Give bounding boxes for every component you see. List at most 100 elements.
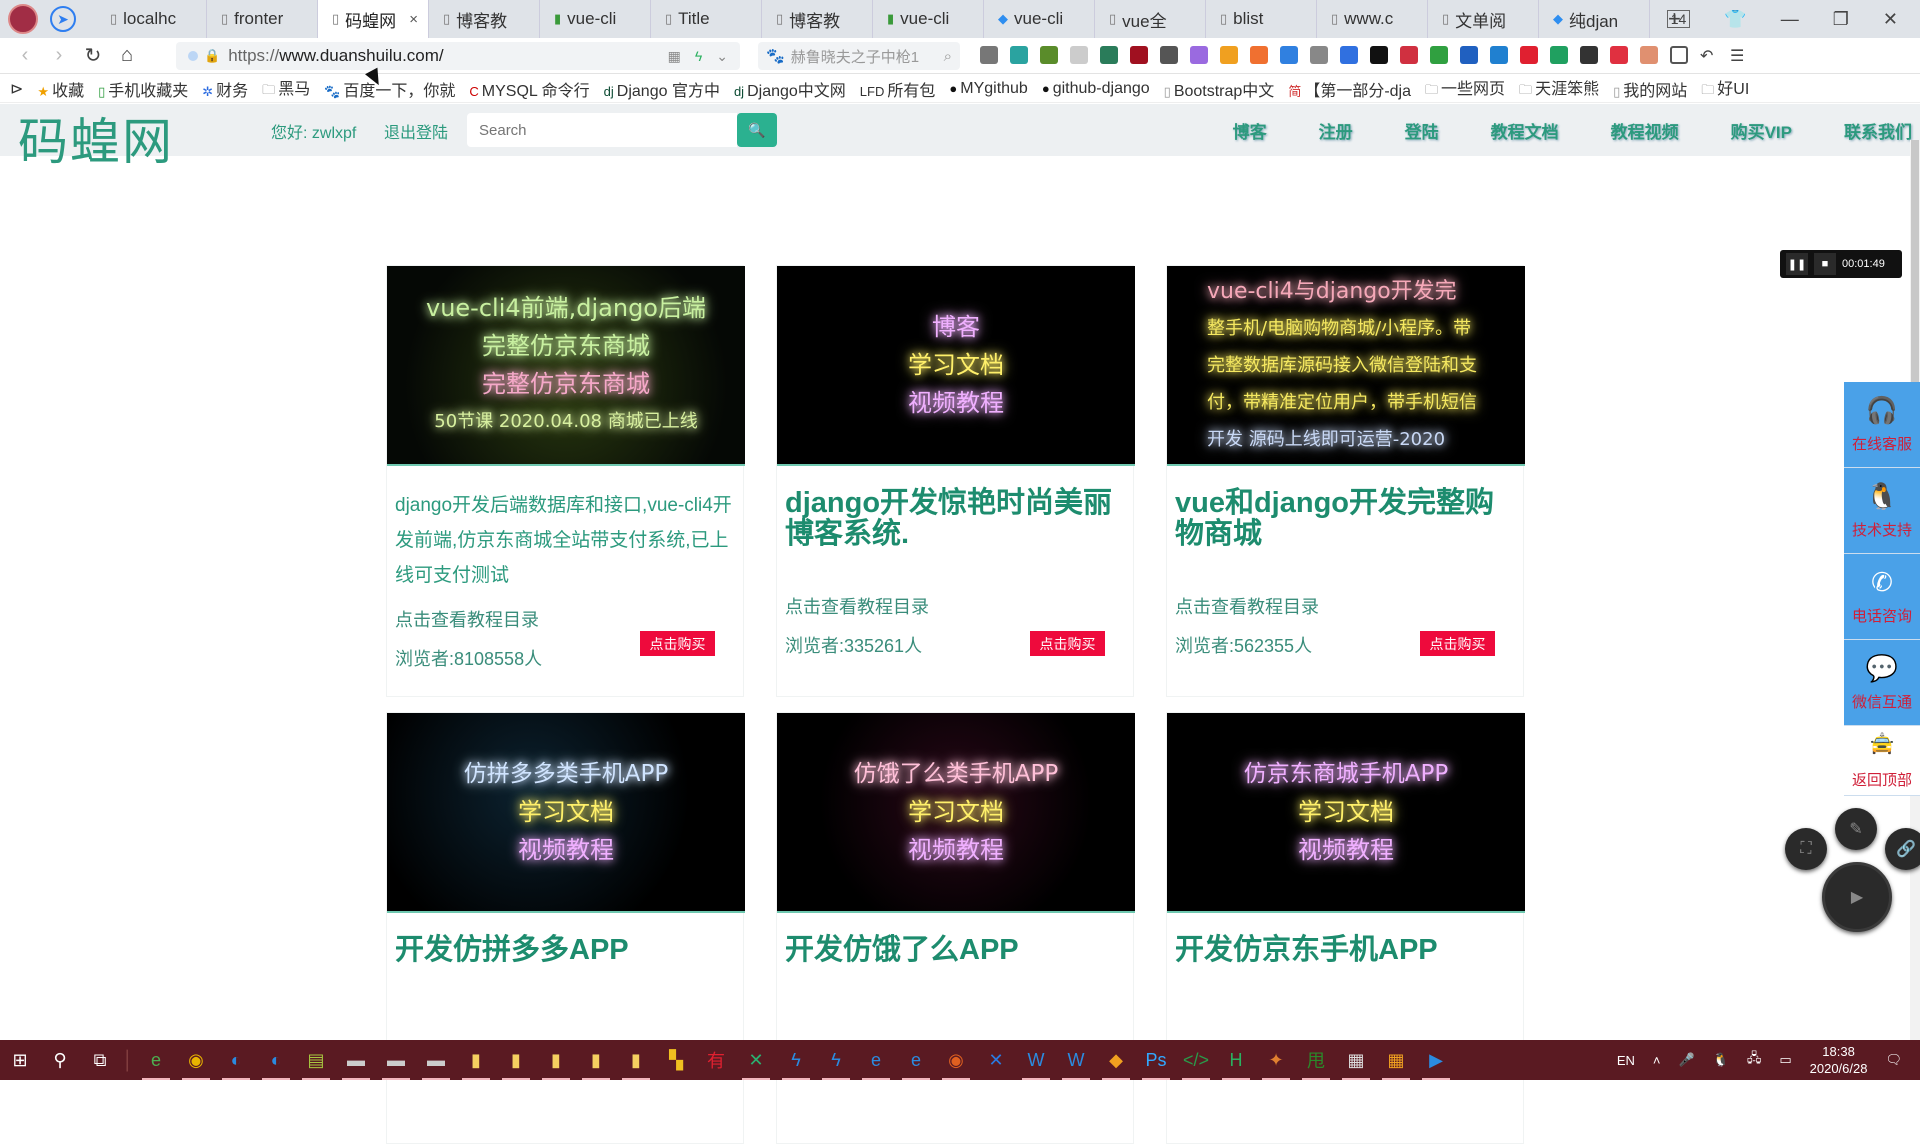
tab-count[interactable]: 14: [1666, 10, 1691, 28]
browser-tab[interactable]: ▯ blist: [1206, 0, 1317, 38]
browser-tab[interactable]: ▯ 文单阅: [1428, 0, 1539, 38]
site-info-icon[interactable]: [188, 51, 198, 61]
toc-link[interactable]: 点击查看教程目录: [395, 606, 539, 632]
extension-icon[interactable]: [1040, 46, 1058, 64]
extension-icon[interactable]: [1430, 46, 1448, 64]
bookmark-item[interactable]: C MYSQL 命令行: [469, 77, 589, 101]
clock[interactable]: 18:38 2020/6/28: [1810, 1043, 1868, 1077]
taskbar-ie-icon[interactable]: e: [856, 1040, 896, 1080]
move-icon[interactable]: [1310, 46, 1328, 64]
apps-grid-icon[interactable]: [1670, 46, 1688, 64]
nav-blog[interactable]: 博客: [1233, 118, 1267, 143]
bookmark-item[interactable]: dj Django中文网: [734, 77, 846, 101]
bookmark-item[interactable]: ● MYgithub: [949, 80, 1027, 98]
taskbar-app-icon[interactable]: ▦: [1376, 1040, 1416, 1080]
menu-icon[interactable]: ☰: [1730, 46, 1748, 65]
taskbar-qq-browser-icon[interactable]: ◐: [216, 1040, 256, 1080]
search-key-icon[interactable]: [1280, 46, 1298, 64]
translate-icon[interactable]: [1190, 46, 1208, 64]
bookmark-item[interactable]: 🗀 天涯笨熊: [1519, 75, 1599, 103]
minimize-button[interactable]: —: [1781, 9, 1799, 30]
browser-avatar[interactable]: [8, 4, 38, 34]
browser-tab[interactable]: ▯ 博客教: [429, 0, 540, 38]
battery-icon[interactable]: ▭: [1779, 1052, 1791, 1068]
taskbar-wps-icon[interactable]: W: [1056, 1040, 1096, 1080]
taskbar-vscode-icon[interactable]: ✕: [976, 1040, 1016, 1080]
course-thumbnail[interactable]: 仿拼多多类手机APP 学习文档 视频教程: [387, 713, 745, 913]
toc-link[interactable]: 点击查看教程目录: [785, 593, 929, 619]
translate-icon[interactable]: [1490, 46, 1508, 64]
show-hidden-icons[interactable]: ˄: [1653, 1053, 1661, 1068]
ruler-icon[interactable]: [1340, 46, 1358, 64]
course-thumbnail[interactable]: 仿京东商城手机APP 学习文档 视频教程: [1167, 713, 1525, 913]
undo-icon[interactable]: ↶: [1700, 46, 1718, 65]
scissors-icon[interactable]: [1160, 46, 1178, 64]
close-window-button[interactable]: ✕: [1883, 9, 1898, 30]
taskbar-qq-browser-dl-icon[interactable]: ◐: [256, 1040, 296, 1080]
taskbar-player-icon[interactable]: ▶: [1416, 1040, 1456, 1080]
translate-icon[interactable]: [1640, 46, 1658, 64]
taskbar-app-icon[interactable]: 甩: [1296, 1040, 1336, 1080]
browser-tab[interactable]: ◆ vue-cli: [984, 0, 1095, 38]
extension-icon[interactable]: [1550, 46, 1568, 64]
nav-docs[interactable]: 教程文档: [1491, 118, 1559, 143]
taskbar-folder-icon[interactable]: ▮: [536, 1040, 576, 1080]
bookmark-item[interactable]: ● github-django: [1042, 80, 1150, 98]
home-button[interactable]: ⌂: [110, 44, 144, 67]
extension-icon[interactable]: [1400, 46, 1418, 64]
lightning-icon[interactable]: ϟ: [695, 48, 702, 65]
side-panel-item[interactable]: ✆ 电话咨询: [1844, 554, 1920, 640]
taskbar-feishu-icon[interactable]: ϟ: [776, 1040, 816, 1080]
taskbar-360-browser-icon[interactable]: e: [136, 1040, 176, 1080]
taskbar-hbuilder-icon[interactable]: H: [1216, 1040, 1256, 1080]
buy-button[interactable]: 点击购买: [1030, 631, 1105, 656]
baidu-icon[interactable]: 🐾: [766, 47, 785, 65]
qr-icon[interactable]: ▦: [668, 48, 681, 65]
taskbar-photoshop-icon[interactable]: Ps: [1136, 1040, 1176, 1080]
adblock-icon[interactable]: [1610, 46, 1628, 64]
site-logo[interactable]: 码蝗网: [18, 102, 174, 174]
nav-register[interactable]: 注册: [1319, 118, 1353, 143]
extension-icon[interactable]: [1220, 46, 1238, 64]
logout-link[interactable]: 退出登陆: [384, 119, 448, 143]
nav-buy-vip[interactable]: 购买VIP: [1731, 118, 1792, 143]
extension-icon[interactable]: [1130, 46, 1148, 64]
browser-tab[interactable]: ▯ 博客教: [762, 0, 873, 38]
nav-videos[interactable]: 教程视频: [1611, 118, 1679, 143]
taskbar-chrome-icon[interactable]: ◉: [176, 1040, 216, 1080]
link-button[interactable]: 🔗: [1885, 828, 1920, 870]
taskbar-notepad-icon[interactable]: ▤: [296, 1040, 336, 1080]
toc-link[interactable]: 点击查看教程目录: [1175, 593, 1319, 619]
course-thumbnail[interactable]: 博客 学习文档 视频教程: [777, 266, 1135, 466]
bookmark-item[interactable]: ▯ 手机收藏夹: [98, 77, 188, 101]
stop-button[interactable]: ■: [1814, 253, 1836, 275]
bookmark-item[interactable]: ★ 收藏: [37, 77, 84, 101]
course-thumbnail[interactable]: vue-cli4与django开发完 整手机/电脑购物商城/小程序。带 完整数据库源…: [1167, 266, 1525, 466]
course-title[interactable]: vue和django开发完整购物商城: [1175, 488, 1517, 550]
extension-icon[interactable]: [1070, 46, 1088, 64]
bookmark-item[interactable]: LFD 所有包: [860, 77, 936, 101]
taskbar-folder-icon[interactable]: ▮: [576, 1040, 616, 1080]
bookmark-item[interactable]: 🐾 百度一下，你就: [324, 77, 455, 101]
browser-tab[interactable]: ▮ vue-cli: [540, 0, 651, 38]
bookmark-item[interactable]: ▯ Bootstrap中文: [1164, 77, 1275, 101]
bookmark-item[interactable]: ▯ 我的网站: [1613, 77, 1687, 101]
screenshot-button[interactable]: ⛶: [1785, 828, 1827, 870]
taskbar-folder-icon[interactable]: ▮: [616, 1040, 656, 1080]
browser-tab[interactable]: ▯ Title: [651, 0, 762, 38]
taskbar-ie-icon[interactable]: e: [896, 1040, 936, 1080]
taskbar-folder-icon[interactable]: ▮: [456, 1040, 496, 1080]
extension-icon[interactable]: [1370, 46, 1388, 64]
taskbar-youdao-icon[interactable]: 有: [696, 1040, 736, 1080]
nav-login[interactable]: 登陆: [1405, 118, 1439, 143]
browser-tab[interactable]: ▯ www.c: [1317, 0, 1428, 38]
taskbar-vscode-icon[interactable]: ✕: [736, 1040, 776, 1080]
restore-button[interactable]: ❐: [1833, 9, 1849, 30]
dropdown-icon[interactable]: ⌄: [716, 48, 728, 65]
side-panel-item[interactable]: 🎧 在线客服: [1844, 382, 1920, 468]
browser-tab[interactable]: ▮ vue-cli: [873, 0, 984, 38]
tab-close-button[interactable]: ×: [409, 11, 418, 28]
buy-button[interactable]: 点击购买: [640, 631, 715, 656]
bookmark-item[interactable]: 🗀 好UI: [1701, 75, 1749, 103]
taskbar-game-icon[interactable]: ✦: [1256, 1040, 1296, 1080]
